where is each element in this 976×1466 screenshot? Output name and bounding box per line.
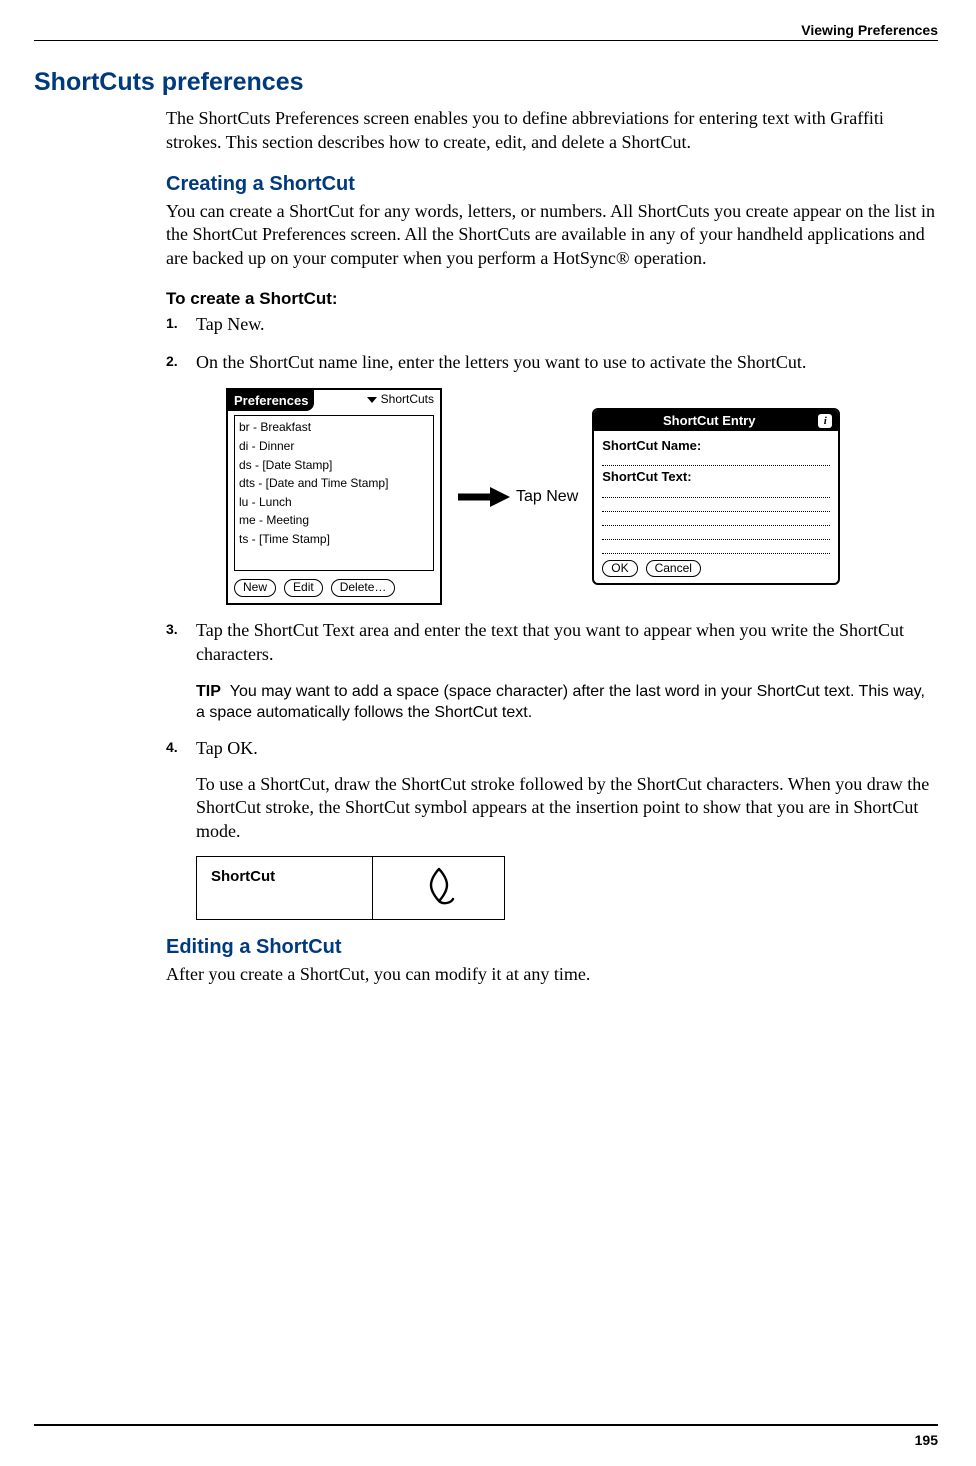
delete-button[interactable]: Delete… xyxy=(331,579,396,597)
prefs-button-row: New Edit Delete… xyxy=(228,575,440,603)
procedure-heading: To create a ShortCut: xyxy=(166,289,938,309)
page-title: ShortCuts preferences xyxy=(34,68,938,97)
shortcuts-list[interactable]: br - Breakfast di - Dinner ds - [Date St… xyxy=(234,415,434,571)
tip-text: You may want to add a space (space chara… xyxy=(196,683,925,721)
step-4-text: Tap OK. xyxy=(196,738,258,758)
editing-paragraph: After you create a ShortCut, you can mod… xyxy=(166,963,938,987)
arrow-right-icon xyxy=(456,485,510,509)
shortcut-name-input[interactable] xyxy=(602,454,830,466)
shortcut-name-label: ShortCut Name: xyxy=(602,437,830,454)
step-4: Tap OK. To use a ShortCut, draw the Shor… xyxy=(166,737,938,920)
footer-rule xyxy=(34,1424,938,1426)
prefs-title: Preferences xyxy=(228,390,314,411)
step-3-text: Tap the ShortCut Text area and enter the… xyxy=(196,620,904,664)
entry-titlebar: ShortCut Entry i xyxy=(594,410,838,431)
creating-heading: Creating a ShortCut xyxy=(166,173,938,196)
list-item[interactable]: br - Breakfast xyxy=(239,418,429,437)
creating-paragraph: You can create a ShortCut for any words,… xyxy=(166,200,938,271)
edit-button[interactable]: Edit xyxy=(284,579,323,597)
tip-label: TIP xyxy=(196,683,221,700)
list-item[interactable]: di - Dinner xyxy=(239,437,429,456)
cancel-button[interactable]: Cancel xyxy=(646,560,701,578)
step-2-text: On the ShortCut name line, enter the let… xyxy=(196,352,806,372)
list-item[interactable]: dts - [Date and Time Stamp] xyxy=(239,474,429,493)
list-item[interactable]: lu - Lunch xyxy=(239,493,429,512)
shortcut-stroke-icon xyxy=(421,863,457,907)
preferences-screen: Preferences ShortCuts br - Breakfast di … xyxy=(226,388,442,605)
entry-title: ShortCut Entry xyxy=(600,412,818,429)
shortcut-entry-dialog: ShortCut Entry i ShortCut Name: ShortCut… xyxy=(592,408,840,585)
intro-paragraph: The ShortCuts Preferences screen enables… xyxy=(166,107,938,155)
running-header: Viewing Preferences xyxy=(801,22,938,38)
list-item[interactable]: me - Meeting xyxy=(239,511,429,530)
prefs-dropdown[interactable]: ShortCuts xyxy=(361,390,440,411)
step-3: Tap the ShortCut Text area and enter the… xyxy=(166,619,938,723)
chevron-down-icon xyxy=(367,397,377,403)
list-item[interactable]: ts - [Time Stamp] xyxy=(239,530,429,549)
shortcut-symbol-cell xyxy=(373,856,505,919)
tap-new-callout: Tap New xyxy=(516,486,578,507)
step-1: Tap New. xyxy=(166,313,938,337)
shortcut-symbol-table: ShortCut xyxy=(196,856,505,920)
info-icon[interactable]: i xyxy=(818,414,832,428)
shortcut-table-label: ShortCut xyxy=(197,856,373,919)
step-2: On the ShortCut name line, enter the let… xyxy=(166,351,938,606)
shortcut-text-label: ShortCut Text: xyxy=(602,468,830,485)
list-item[interactable]: ds - [Date Stamp] xyxy=(239,456,429,475)
prefs-titlebar: Preferences ShortCuts xyxy=(228,390,440,411)
shortcut-text-input[interactable] xyxy=(602,514,830,526)
prefs-dropdown-label: ShortCuts xyxy=(381,392,434,406)
shortcut-text-input[interactable] xyxy=(602,542,830,554)
header-rule xyxy=(34,40,938,41)
page-number: 195 xyxy=(915,1432,938,1448)
followup-paragraph: To use a ShortCut, draw the ShortCut str… xyxy=(196,773,938,844)
ok-button[interactable]: OK xyxy=(602,560,637,578)
shortcut-text-input[interactable] xyxy=(602,528,830,540)
editing-heading: Editing a ShortCut xyxy=(166,936,938,959)
figure-row: Preferences ShortCuts br - Breakfast di … xyxy=(226,388,938,605)
shortcut-text-input[interactable] xyxy=(602,486,830,498)
new-button[interactable]: New xyxy=(234,579,276,597)
shortcut-text-input[interactable] xyxy=(602,500,830,512)
